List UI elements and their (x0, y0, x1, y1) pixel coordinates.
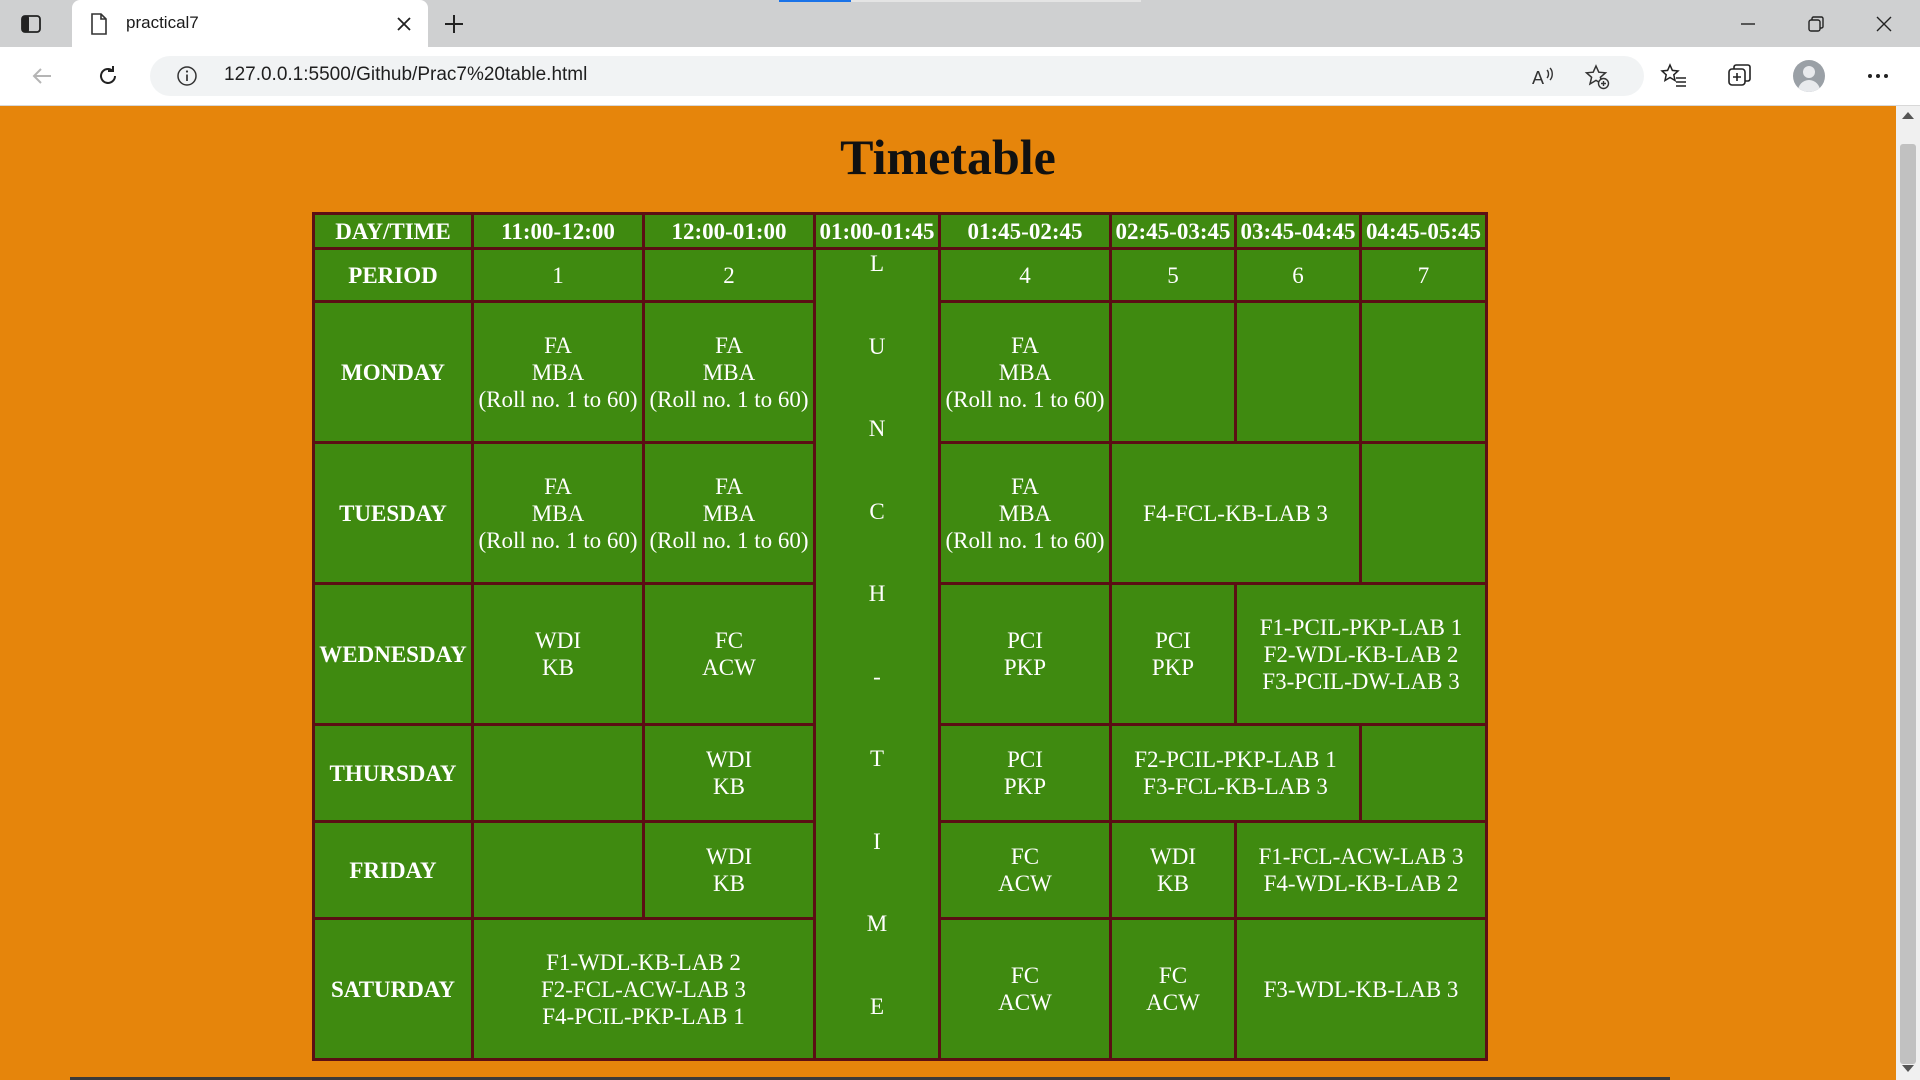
lunch-letter: L (869, 251, 885, 276)
period-number: 2 (645, 250, 813, 300)
scroll-up-arrow-icon[interactable] (1902, 112, 1914, 119)
restore-icon[interactable] (1802, 10, 1830, 38)
address-bar[interactable]: 127.0.0.1:5500/Github/Prac7%20table.html… (150, 56, 1644, 96)
back-arrow-icon[interactable] (27, 61, 57, 91)
lunch-letter: N (868, 416, 886, 442)
browser-titlebar: practical7 (0, 0, 1920, 47)
day-time-header: DAY/TIME (315, 215, 471, 247)
empty-cell (1112, 303, 1234, 441)
browser-tab-active[interactable]: practical7 (72, 0, 428, 47)
scroll-down-arrow-icon[interactable] (1902, 1065, 1914, 1072)
lecture-cell: FC ACW (941, 920, 1109, 1058)
period-row: PERIOD 1 2 L U N C H - T I M E 4 5 6 7 (315, 250, 1485, 1058)
collections-icon[interactable] (1725, 61, 1755, 91)
lunch-letter: - (873, 663, 881, 689)
lab-cell: F4-FCL-KB-LAB 3 (1112, 444, 1359, 582)
sidebar-toggle-icon[interactable] (18, 11, 44, 37)
vertical-scrollbar[interactable] (1896, 106, 1920, 1080)
close-window-icon[interactable] (1870, 10, 1898, 38)
lecture-cell: PCI PKP (941, 585, 1109, 723)
lecture-cell: WDI KB (645, 726, 813, 820)
day-label-thursday: THURSDAY (315, 726, 471, 820)
refresh-icon[interactable] (93, 61, 123, 91)
empty-cell (474, 823, 642, 917)
lecture-cell: WDI KB (474, 585, 642, 723)
lecture-cell: FA MBA (Roll no. 1 to 60) (941, 303, 1109, 441)
loading-progress-fill (779, 0, 851, 2)
lunch-letter: H (868, 581, 886, 607)
time-header: 04:45-05:45 (1362, 215, 1485, 247)
lunch-letter: E (869, 993, 885, 1019)
scrollbar-thumb[interactable] (1900, 144, 1916, 1064)
time-header: 03:45-04:45 (1237, 215, 1359, 247)
empty-cell (474, 726, 642, 820)
lecture-cell: FA MBA (Roll no. 1 to 60) (474, 303, 642, 441)
close-tab-icon[interactable] (392, 12, 416, 36)
lunch-letter: M (866, 911, 888, 937)
empty-cell (1362, 444, 1485, 582)
more-options-icon[interactable] (1863, 61, 1893, 91)
lunch-letter: I (873, 828, 881, 854)
favorites-icon[interactable] (1659, 61, 1689, 91)
lab-cell: F1-PCIL-PKP-LAB 1 F2-WDL-KB-LAB 2 F3-PCIL-… (1237, 585, 1485, 723)
lecture-cell: PCI PKP (1112, 585, 1234, 723)
lab-cell: F1-WDL-KB-LAB 2 F2-FCL-ACW-LAB 3 F4-PCIL-P… (474, 920, 813, 1058)
read-aloud-icon[interactable]: A (1530, 64, 1556, 90)
new-tab-icon[interactable] (441, 11, 467, 37)
lab-cell: F2-PCIL-PKP-LAB 1 F3-FCL-KB-LAB 3 (1112, 726, 1359, 820)
lecture-cell: FA MBA (Roll no. 1 to 60) (645, 444, 813, 582)
lecture-cell: WDI KB (1112, 823, 1234, 917)
lecture-cell: FC ACW (941, 823, 1109, 917)
period-number: 6 (1237, 250, 1359, 300)
svg-text:A: A (1532, 68, 1544, 88)
period-number: 5 (1112, 250, 1234, 300)
loading-progress-bar (779, 0, 1141, 2)
lunch-time-column: L U N C H - T I M E (816, 250, 938, 1058)
page-icon (88, 13, 110, 35)
lecture-cell: FA MBA (Roll no. 1 to 60) (941, 444, 1109, 582)
period-number: 4 (941, 250, 1109, 300)
empty-cell (1237, 303, 1359, 441)
empty-cell (1362, 726, 1485, 820)
page-title: Timetable (840, 129, 1056, 185)
day-label-tuesday: TUESDAY (315, 444, 471, 582)
timetable: DAY/TIME 11:00-12:00 12:00-01:00 01:00-0… (312, 212, 1488, 1061)
time-header: 02:45-03:45 (1112, 215, 1234, 247)
time-header: 01:00-01:45 (816, 215, 938, 247)
lunch-letter: C (869, 498, 885, 524)
period-label: PERIOD (315, 250, 471, 300)
avatar-shoulders (1798, 80, 1820, 92)
time-header: 01:45-02:45 (941, 215, 1109, 247)
lab-cell: F1-FCL-ACW-LAB 3 F4-WDL-KB-LAB 2 (1237, 823, 1485, 917)
profile-avatar[interactable] (1793, 60, 1825, 92)
lecture-cell: FA MBA (Roll no. 1 to 60) (645, 303, 813, 441)
lecture-cell: PCI PKP (941, 726, 1109, 820)
lecture-cell: FC ACW (645, 585, 813, 723)
period-number: 7 (1362, 250, 1485, 300)
minimize-icon[interactable] (1734, 10, 1762, 38)
lunch-letter: T (869, 746, 885, 772)
lecture-cell: FA MBA (Roll no. 1 to 60) (474, 444, 642, 582)
url-text[interactable]: 127.0.0.1:5500/Github/Prac7%20table.html (224, 64, 587, 86)
page-content: Timetable DAY/TIME 11:00-12:00 12:00-01:… (0, 106, 1896, 1080)
empty-cell (1362, 303, 1485, 441)
period-number: 1 (474, 250, 642, 300)
time-header: 11:00-12:00 (474, 215, 642, 247)
time-header: 12:00-01:00 (645, 215, 813, 247)
tab-title: practical7 (126, 13, 199, 32)
lunch-letter: U (868, 333, 886, 359)
add-favorite-icon[interactable] (1584, 64, 1610, 90)
header-row: DAY/TIME 11:00-12:00 12:00-01:00 01:00-0… (315, 215, 1485, 247)
day-label-friday: FRIDAY (315, 823, 471, 917)
lecture-cell: FC ACW (1112, 920, 1234, 1058)
browser-navbar: 127.0.0.1:5500/Github/Prac7%20table.html… (0, 47, 1920, 106)
info-icon[interactable] (176, 65, 198, 87)
day-label-wednesday: WEDNESDAY (315, 585, 471, 723)
avatar-head (1803, 66, 1815, 78)
day-label-monday: MONDAY (315, 303, 471, 441)
lecture-cell: WDI KB (645, 823, 813, 917)
lab-cell: F3-WDL-KB-LAB 3 (1237, 920, 1485, 1058)
day-label-saturday: SATURDAY (315, 920, 471, 1058)
